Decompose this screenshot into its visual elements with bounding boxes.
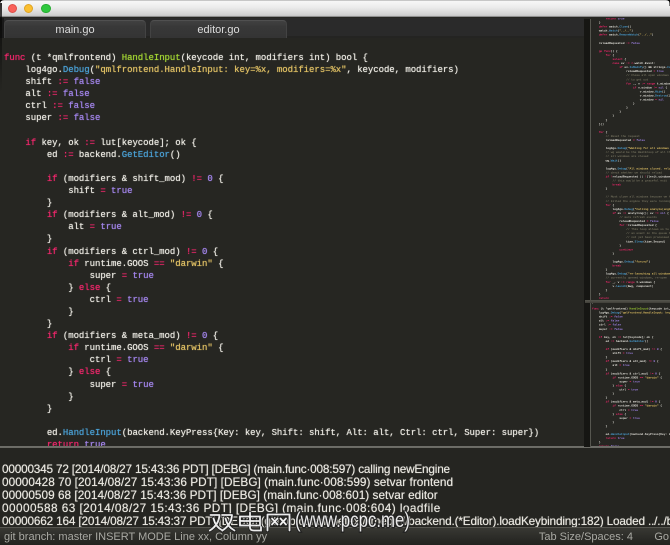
svg-text:(www.pcpc.me): (www.pcpc.me) (295, 510, 410, 532)
